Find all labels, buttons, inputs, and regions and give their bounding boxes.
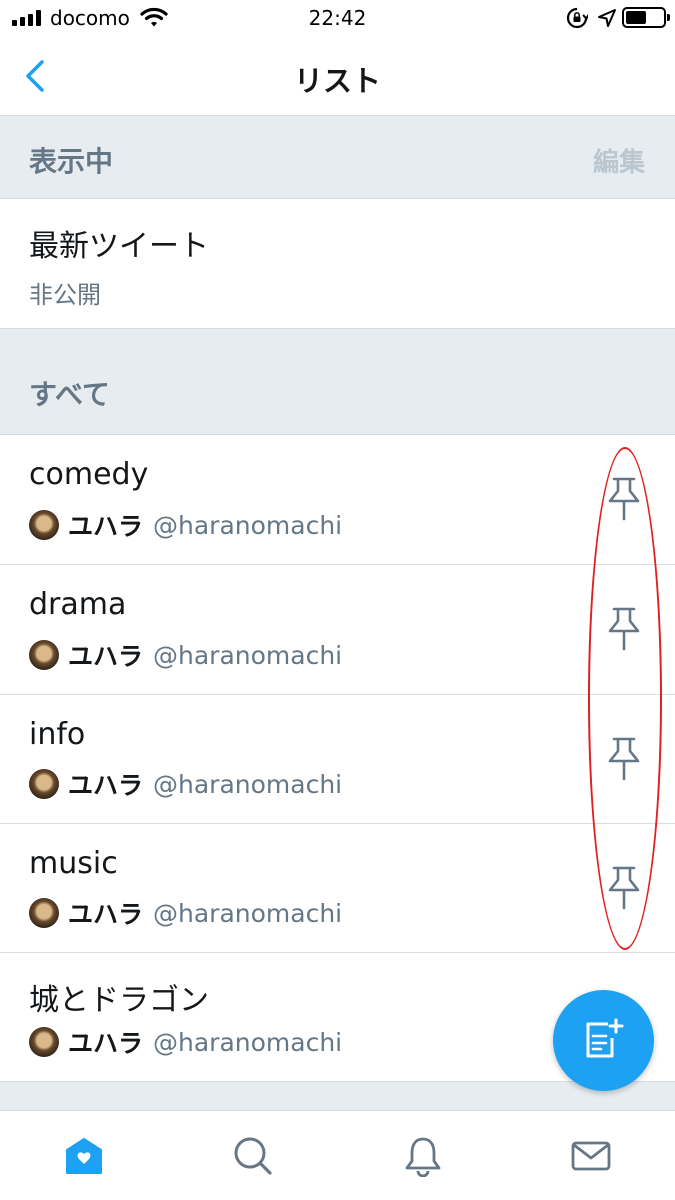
navigation-bar: リスト <box>0 36 675 116</box>
status-bar: docomo 22:42 <box>0 0 675 36</box>
owner-name: ユハラ <box>68 900 144 929</box>
all-lists-section-header: すべて <box>0 329 675 435</box>
list-owner: ユハラ @haranomachi <box>29 508 342 542</box>
footer-section <box>0 1082 675 1110</box>
list-owner: ユハラ @haranomachi <box>29 638 342 672</box>
page-title: リスト <box>293 64 381 98</box>
location-arrow-icon <box>598 9 616 27</box>
avatar <box>29 1027 59 1057</box>
owner-handle: @haranomachi <box>153 898 343 928</box>
list-row-info[interactable]: info ユハラ @haranomachi <box>0 695 675 824</box>
avatar <box>29 769 59 799</box>
section-title: 表示中 <box>29 145 114 178</box>
owner-handle: @haranomachi <box>153 510 343 540</box>
pin-icon[interactable] <box>604 475 644 523</box>
list-row-drama[interactable]: drama ユハラ @haranomachi <box>0 565 675 695</box>
home-icon[interactable] <box>63 1135 105 1177</box>
new-list-button[interactable] <box>553 990 654 1091</box>
battery-icon <box>622 7 670 28</box>
list-name: drama <box>29 587 127 622</box>
list-row-music[interactable]: music ユハラ @haranomachi <box>0 824 675 953</box>
search-icon[interactable] <box>232 1135 274 1177</box>
list-name: music <box>29 846 118 881</box>
list-row-comedy[interactable]: comedy ユハラ @haranomachi <box>0 435 675 565</box>
tab-bar <box>0 1110 675 1200</box>
list-owner: ユハラ @haranomachi <box>29 896 342 930</box>
pinned-list-row[interactable]: 最新ツイート 非公開 <box>0 199 675 329</box>
avatar <box>29 510 59 540</box>
owner-name: ユハラ <box>68 642 144 671</box>
list-owner: ユハラ @haranomachi <box>29 767 342 801</box>
pinned-section-header: 表示中 編集 <box>0 115 675 199</box>
new-list-icon <box>586 1018 624 1058</box>
list-name: 最新ツイート <box>29 229 209 264</box>
rotation-lock-icon <box>566 7 588 29</box>
list-owner: ユハラ @haranomachi <box>29 1025 342 1059</box>
list-name: 城とドラゴン <box>29 983 209 1018</box>
list-name: info <box>29 717 86 752</box>
pin-icon[interactable] <box>604 735 644 783</box>
mail-icon[interactable] <box>570 1135 612 1177</box>
owner-handle: @haranomachi <box>153 1027 343 1057</box>
owner-name: ユハラ <box>68 771 144 800</box>
pin-icon[interactable] <box>604 864 644 912</box>
pin-icon[interactable] <box>604 605 644 653</box>
avatar <box>29 898 59 928</box>
edit-button[interactable]: 編集 <box>593 142 645 179</box>
owner-name: ユハラ <box>68 512 144 541</box>
avatar <box>29 640 59 670</box>
owner-handle: @haranomachi <box>153 769 343 799</box>
list-name: comedy <box>29 457 149 492</box>
bell-icon[interactable] <box>402 1135 444 1177</box>
owner-name: ユハラ <box>68 1029 144 1058</box>
owner-handle: @haranomachi <box>153 640 343 670</box>
section-title: すべて <box>29 378 110 411</box>
list-visibility: 非公開 <box>29 281 101 309</box>
